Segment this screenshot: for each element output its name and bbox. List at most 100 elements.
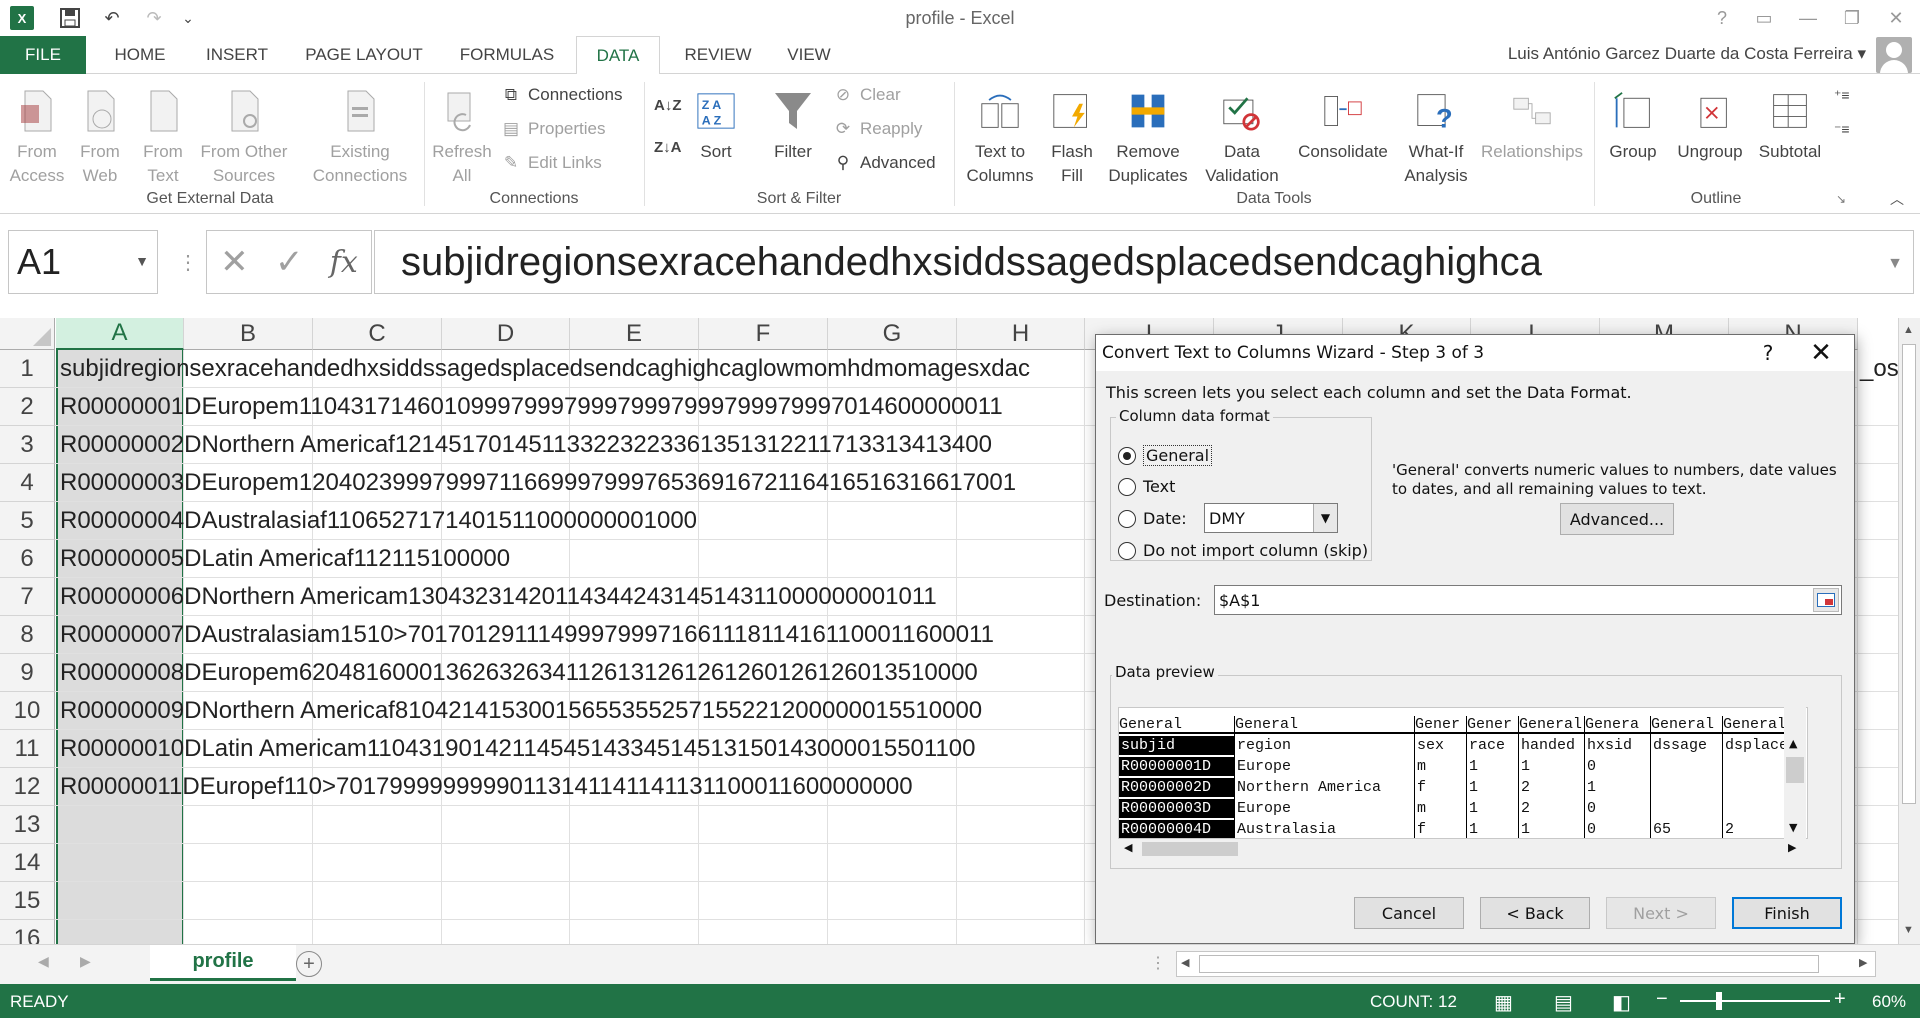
preview-vertical-scrollbar[interactable]: ▲ ▼ xyxy=(1784,707,1806,839)
preview-scroll-thumb[interactable] xyxy=(1786,757,1804,783)
vertical-scroll-thumb[interactable] xyxy=(1902,344,1916,804)
refresh-all-button[interactable]: Refresh All xyxy=(430,88,494,188)
column-header-a[interactable]: A xyxy=(56,318,184,350)
sort-a-to-z-button[interactable]: A↓Z xyxy=(654,90,682,120)
preview-horizontal-scrollbar[interactable]: ◀ ▶ xyxy=(1118,839,1808,859)
scroll-left-icon[interactable]: ◀ xyxy=(1181,956,1189,969)
row-header-2[interactable]: 2 xyxy=(0,388,55,426)
subtotal-button[interactable]: Subtotal xyxy=(1752,88,1828,164)
range-select-icon[interactable] xyxy=(1813,588,1839,612)
minimize-button[interactable]: — xyxy=(1790,4,1826,32)
advanced-filter-button[interactable]: ⚲ Advanced xyxy=(832,148,936,178)
scroll-up-icon[interactable]: ▲ xyxy=(1903,324,1914,336)
tab-file[interactable]: FILE xyxy=(0,36,86,74)
normal-view-icon[interactable]: ▦ xyxy=(1494,990,1513,1015)
ribbon-display-options-button[interactable]: ▭ xyxy=(1746,4,1782,32)
group-button[interactable]: Group xyxy=(1600,88,1666,164)
filter-button[interactable]: Filter xyxy=(764,88,822,164)
cell-a6[interactable]: R00000005DLatin Americaf112115100000 xyxy=(60,540,510,578)
tab-insert[interactable]: INSERT xyxy=(196,36,278,74)
tab-review[interactable]: REVIEW xyxy=(672,36,764,74)
scroll-down-icon[interactable]: ▼ xyxy=(1789,821,1797,834)
properties-button[interactable]: ▤ Properties xyxy=(500,114,606,144)
scroll-down-icon[interactable]: ▼ xyxy=(1903,924,1914,936)
finish-button[interactable]: Finish xyxy=(1732,897,1842,929)
from-text-button[interactable]: From Text xyxy=(134,88,192,188)
chevron-down-icon[interactable]: ▼ xyxy=(1313,504,1337,532)
existing-connections-button[interactable]: Existing Connections xyxy=(300,88,420,188)
cell-a8[interactable]: R00000007DAustralasiam1510>7017012911149… xyxy=(60,616,994,654)
radio-skip[interactable]: Do not import column (skip) xyxy=(1118,541,1368,560)
expand-formula-icon[interactable]: ▼ xyxy=(1887,255,1903,273)
name-box[interactable]: A1 ▼ xyxy=(8,230,158,294)
sort-button[interactable]: Z AA Z Sort xyxy=(690,88,742,164)
formula-bar-splitter[interactable]: ⋮ xyxy=(178,250,198,275)
row-header-1[interactable]: 1 xyxy=(0,350,55,388)
flash-fill-button[interactable]: Flash Fill xyxy=(1044,88,1100,188)
select-all-corner[interactable] xyxy=(0,318,55,350)
consolidate-button[interactable]: Consolidate xyxy=(1294,88,1392,164)
insert-function-icon[interactable]: fx xyxy=(330,245,358,280)
row-header-12[interactable]: 12 xyxy=(0,768,55,806)
destination-input[interactable]: $A$1 xyxy=(1214,585,1842,615)
zoom-out-icon[interactable]: − xyxy=(1656,988,1668,1011)
data-preview[interactable]: General subjid R00000001D R00000002D R000000… xyxy=(1118,707,1808,839)
hide-detail-icon[interactable]: ⁻≡ xyxy=(1834,114,1850,144)
cell-a4[interactable]: R00000003DEuropem12040239997999711669997… xyxy=(60,464,1016,502)
cancel-button[interactable]: Cancel xyxy=(1354,897,1464,929)
edit-links-button[interactable]: ✎ Edit Links xyxy=(500,148,602,178)
back-button[interactable]: < Back xyxy=(1480,897,1590,929)
text-to-columns-button[interactable]: Text to Columns xyxy=(962,88,1038,188)
close-button[interactable]: ✕ xyxy=(1878,4,1914,32)
from-other-sources-button[interactable]: From Other Sources xyxy=(196,88,292,188)
column-header-e[interactable]: E xyxy=(570,318,699,350)
scroll-right-icon[interactable]: ▶ xyxy=(1859,956,1867,969)
horizontal-scroll-thumb[interactable] xyxy=(1199,955,1819,973)
tab-page-layout[interactable]: PAGE LAYOUT xyxy=(294,36,434,74)
zoom-level[interactable]: 60% xyxy=(1872,992,1906,1012)
scroll-right-icon[interactable]: ▶ xyxy=(1788,841,1796,854)
show-detail-icon[interactable]: ⁺≡ xyxy=(1834,80,1850,110)
from-web-button[interactable]: From Web xyxy=(72,88,128,188)
horizontal-scrollbar[interactable]: ◀ ▶ xyxy=(1176,951,1876,977)
cell-a7[interactable]: R00000006DNorthern Americam1304323142011… xyxy=(60,578,937,616)
column-header-d[interactable]: D xyxy=(442,318,570,350)
row-header-11[interactable]: 11 xyxy=(0,730,55,768)
cell-a5[interactable]: R00000004DAustralasiaf110652717140151100… xyxy=(60,502,697,540)
zoom-slider[interactable] xyxy=(1680,1000,1830,1002)
tab-home[interactable]: HOME xyxy=(100,36,180,74)
connections-button[interactable]: ⧉ Connections xyxy=(500,80,623,110)
scroll-sheets-left-icon[interactable]: ◀ xyxy=(38,953,49,970)
preview-column-type[interactable]: Genera xyxy=(1585,716,1651,734)
cancel-icon[interactable]: ✕ xyxy=(220,242,249,282)
add-sheet-icon[interactable]: + xyxy=(296,951,322,977)
cell-a3[interactable]: R00000002DNorthern Americaf1214517014511… xyxy=(60,426,992,464)
relationships-button[interactable]: Relationships xyxy=(1478,88,1586,164)
advanced-button[interactable]: Advanced... xyxy=(1560,503,1674,535)
row-header-14[interactable]: 14 xyxy=(0,844,55,882)
row-header-9[interactable]: 9 xyxy=(0,654,55,692)
row-header-4[interactable]: 4 xyxy=(0,464,55,502)
cell-a2[interactable]: R00000001DEuropem11043171460109997999799… xyxy=(60,388,1003,426)
preview-column-type[interactable]: Gener xyxy=(1415,716,1467,734)
row-header-5[interactable]: 5 xyxy=(0,502,55,540)
radio-general[interactable]: General xyxy=(1118,445,1213,466)
preview-column-type[interactable]: General xyxy=(1119,716,1235,734)
restore-button[interactable]: ❐ xyxy=(1834,4,1870,32)
column-header-g[interactable]: G xyxy=(828,318,957,350)
preview-column-type[interactable]: General xyxy=(1651,716,1723,734)
radio-date[interactable]: Date: xyxy=(1118,509,1187,528)
cell-a12[interactable]: R00000011DEuropef110>7017999999999011314… xyxy=(60,768,913,806)
radio-text[interactable]: Text xyxy=(1118,477,1175,496)
avatar[interactable] xyxy=(1876,37,1912,73)
page-break-preview-icon[interactable]: ◧ xyxy=(1612,990,1631,1015)
date-format-select[interactable]: DMY ▼ xyxy=(1204,503,1338,533)
tab-view[interactable]: VIEW xyxy=(776,36,842,74)
ungroup-button[interactable]: Ungroup xyxy=(1670,88,1750,164)
scroll-up-icon[interactable]: ▲ xyxy=(1789,737,1797,750)
cell-a9[interactable]: R00000008DEuropem62048160001362632634112… xyxy=(60,654,978,692)
remove-duplicates-button[interactable]: Remove Duplicates xyxy=(1104,88,1192,188)
tab-formulas[interactable]: FORMULAS xyxy=(450,36,564,74)
row-header-10[interactable]: 10 xyxy=(0,692,55,730)
column-header-c[interactable]: C xyxy=(313,318,442,350)
